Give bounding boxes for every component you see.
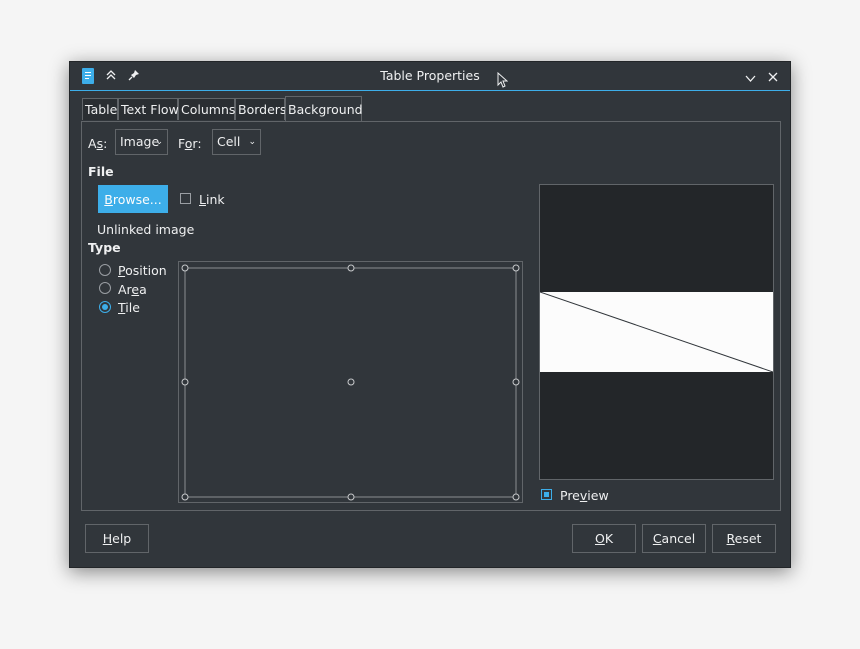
as-select[interactable]: Image ⌄ — [115, 129, 168, 155]
preview-image — [540, 292, 773, 372]
area-radio[interactable] — [99, 282, 111, 294]
tab-background[interactable]: Background — [285, 96, 363, 121]
position-handle — [512, 264, 520, 272]
help-button[interactable]: Help — [85, 524, 149, 553]
tile-label[interactable]: Tile — [118, 300, 140, 315]
position-handle — [512, 493, 520, 501]
close-icon[interactable] — [768, 70, 778, 85]
link-checkbox[interactable] — [180, 193, 191, 204]
tab-text-flow[interactable]: Text Flow — [118, 98, 179, 120]
file-heading: File — [88, 164, 114, 179]
position-handle — [347, 493, 355, 501]
cancel-button[interactable]: Cancel — [642, 524, 706, 553]
image-status: Unlinked image — [97, 222, 195, 237]
ok-button[interactable]: OK — [572, 524, 636, 553]
tab-label: Background — [288, 102, 363, 117]
position-handle — [347, 264, 355, 272]
as-select-value: Image — [120, 134, 160, 149]
tab-table[interactable]: Table — [82, 98, 118, 120]
table-properties-dialog: Table Properties Table Text Flow Columns… — [69, 61, 791, 568]
window-title: Table Properties — [380, 68, 480, 83]
as-label: As: — [88, 136, 108, 151]
position-label[interactable]: Position — [118, 263, 167, 278]
position-handle — [347, 378, 355, 386]
background-panel: As: Image ⌄ For: Cell ⌄ File Browse... L… — [81, 121, 781, 511]
position-handle — [512, 378, 520, 386]
tab-columns[interactable]: Columns — [178, 98, 235, 120]
minimize-icon[interactable] — [745, 71, 756, 86]
tab-label: Columns — [181, 102, 236, 117]
for-label: For: — [178, 136, 202, 151]
link-label[interactable]: Link — [199, 192, 225, 207]
position-radio[interactable] — [99, 264, 111, 276]
position-handle — [181, 493, 189, 501]
chevron-down-icon: ⌄ — [248, 137, 256, 147]
title-bar[interactable]: Table Properties — [70, 62, 790, 91]
for-select-value: Cell — [217, 134, 241, 149]
tile-radio[interactable] — [99, 301, 111, 313]
position-grid[interactable] — [178, 261, 523, 503]
preview-checkbox[interactable] — [541, 489, 552, 500]
background-preview — [539, 184, 774, 480]
browse-button[interactable]: Browse... — [98, 185, 168, 213]
tab-label: Table — [85, 102, 118, 117]
reset-button[interactable]: Reset — [712, 524, 776, 553]
tab-borders[interactable]: Borders — [235, 98, 287, 120]
for-select[interactable]: Cell ⌄ — [212, 129, 261, 155]
mouse-cursor-icon — [497, 71, 509, 91]
position-handle — [181, 264, 189, 272]
type-heading: Type — [88, 240, 121, 255]
preview-label[interactable]: Preview — [560, 488, 609, 503]
position-handle — [181, 378, 189, 386]
tab-label: Borders — [238, 102, 287, 117]
chevron-down-icon: ⌄ — [155, 137, 163, 147]
area-label[interactable]: Area — [118, 282, 147, 297]
tab-label: Text Flow — [121, 102, 179, 117]
